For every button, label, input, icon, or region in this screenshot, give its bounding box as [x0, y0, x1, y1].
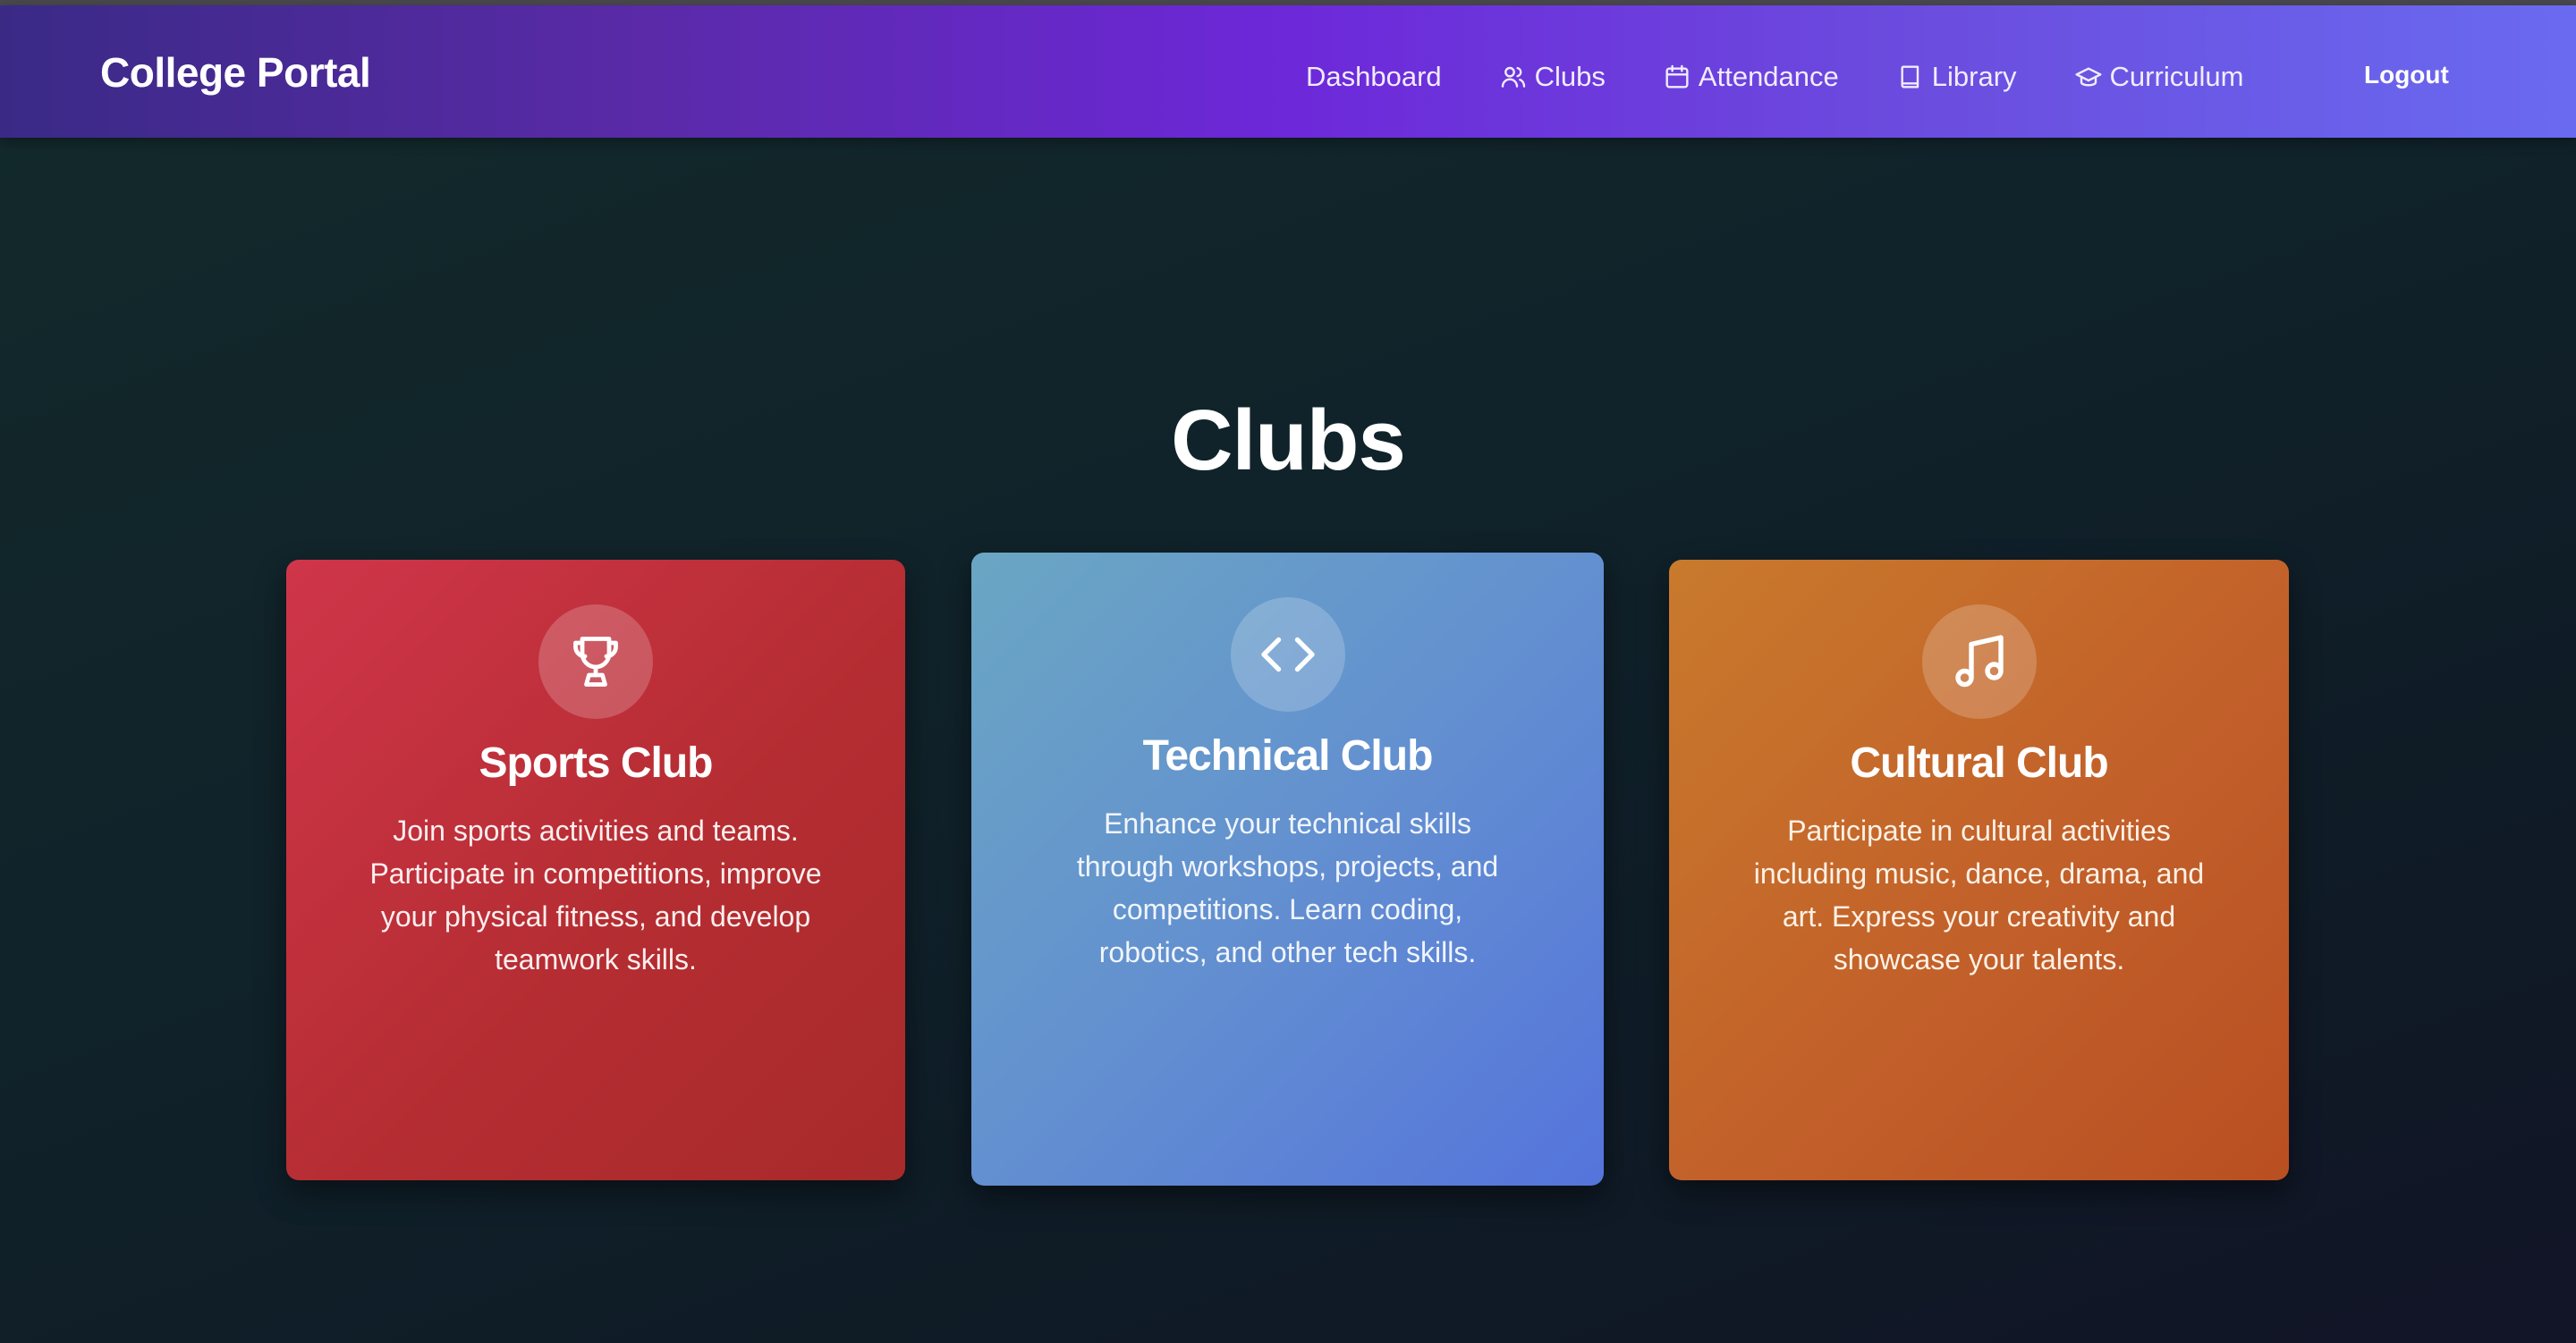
nav-clubs[interactable]: Clubs	[1499, 61, 1606, 93]
navbar: College Portal Dashboard Clubs Attendanc…	[0, 5, 2576, 138]
nav-links: Dashboard Clubs Attendance Library Curri…	[1306, 55, 2301, 98]
sports-icon-circle	[538, 604, 653, 719]
nav-library[interactable]: Library	[1896, 61, 2017, 93]
technical-icon-circle	[1230, 597, 1345, 712]
book-icon	[1896, 63, 1925, 91]
nav-curriculum[interactable]: Curriculum	[2074, 61, 2244, 93]
calendar-icon	[1663, 63, 1691, 91]
code-icon	[1260, 637, 1315, 672]
nav-dashboard[interactable]: Dashboard	[1306, 61, 1442, 93]
technical-club-title: Technical Club	[1142, 732, 1434, 780]
cultural-club-title: Cultural Club	[1850, 739, 2108, 787]
sports-club-card[interactable]: Sports Club Join sports activities and t…	[286, 560, 905, 1180]
nav-curriculum-label: Curriculum	[2109, 61, 2244, 92]
cultural-club-card[interactable]: Cultural Club Participate in cultural ac…	[1669, 560, 2289, 1180]
page-title: Clubs	[1171, 393, 1406, 488]
cultural-icon-circle	[1921, 604, 2037, 719]
nav-clubs-label: Clubs	[1534, 61, 1606, 92]
nav-attendance-label: Attendance	[1698, 61, 1839, 92]
logout-button[interactable]: Logout	[2364, 61, 2449, 89]
sports-club-title: Sports Club	[479, 739, 714, 787]
users-icon	[1499, 63, 1528, 91]
graduation-cap-icon	[2074, 63, 2103, 91]
sports-club-description: Join sports activities and teams. Partic…	[369, 815, 822, 976]
music-icon	[1954, 635, 2004, 688]
nav-library-label: Library	[1931, 61, 2017, 92]
nav-dashboard-label: Dashboard	[1306, 61, 1442, 92]
technical-club-card[interactable]: Technical Club Enhance your technical sk…	[971, 553, 1604, 1186]
cultural-club-description: Participate in cultural activities inclu…	[1753, 815, 2205, 976]
technical-club-description: Enhance your technical skills through wo…	[1076, 807, 1499, 968]
brand-logo[interactable]: College Portal	[100, 48, 371, 97]
trophy-icon	[573, 637, 618, 687]
nav-attendance[interactable]: Attendance	[1663, 61, 1839, 93]
